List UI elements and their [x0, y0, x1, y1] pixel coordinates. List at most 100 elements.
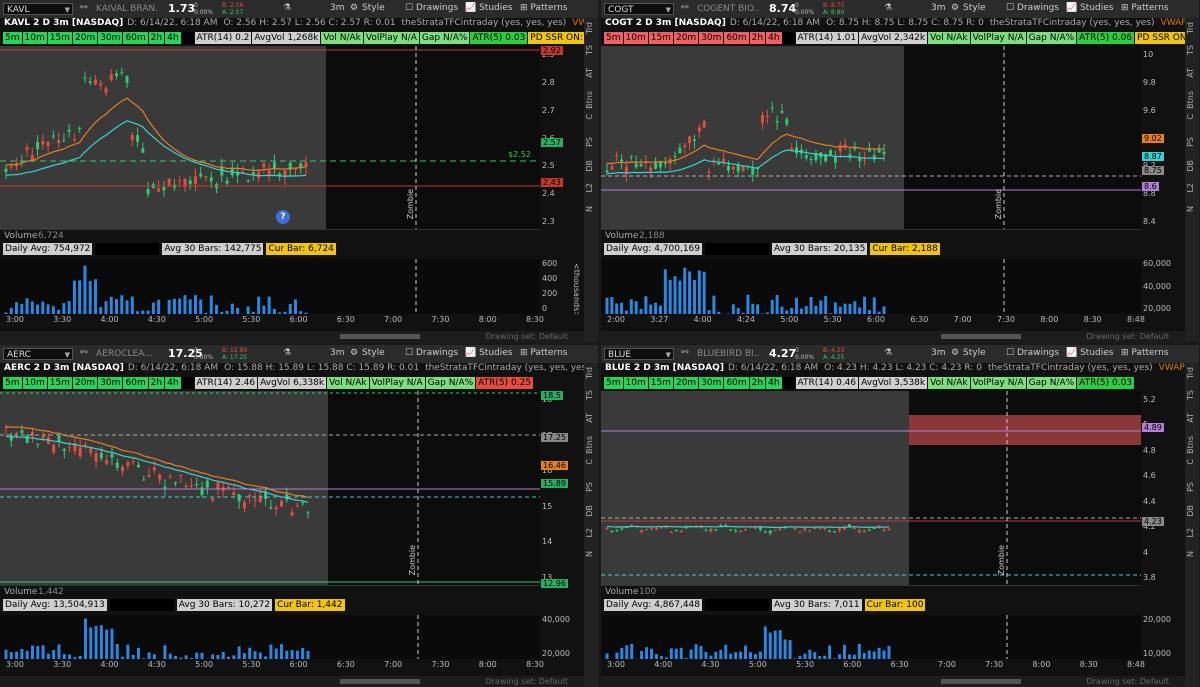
side-tab-n[interactable]: N	[1186, 551, 1198, 557]
style-button[interactable]: Style	[963, 3, 986, 13]
symbol-input[interactable]: KAVL ▼	[3, 3, 73, 15]
side-tab-c[interactable]: C	[1186, 114, 1198, 120]
timeframe-chip-20m[interactable]: 20m	[72, 32, 98, 44]
studies-button[interactable]: 📈 Studies	[1066, 3, 1113, 13]
price-plot[interactable]: Zombie $2.52?	[0, 46, 540, 229]
side-tab-at[interactable]: AT	[1186, 68, 1198, 78]
timeframe-button[interactable]: 3m	[330, 348, 345, 358]
side-tab-btns[interactable]: Btns	[585, 436, 597, 454]
symbol-input[interactable]: COGT ▼	[604, 3, 674, 15]
timeframe-chip-5m[interactable]: 5m	[604, 32, 623, 44]
chevron-down-icon[interactable]: ▼	[65, 4, 70, 16]
scroll-thumb[interactable]	[941, 334, 1021, 339]
side-tab-db[interactable]: DB	[585, 160, 597, 172]
symbol-input[interactable]: BLUE ▼	[604, 348, 674, 360]
side-tab-btns[interactable]: Btns	[1186, 436, 1198, 454]
link-icon[interactable]: ⚯	[681, 348, 689, 358]
timeframe-chip-60m[interactable]: 60m	[123, 32, 148, 44]
side-tab-at[interactable]: AT	[585, 68, 597, 78]
timeframe-chip-5m[interactable]: 5m	[3, 32, 22, 44]
help-icon[interactable]: ?	[276, 210, 290, 224]
side-tab-l2[interactable]: L2	[585, 183, 597, 193]
side-tab-ps[interactable]: PS	[585, 482, 597, 492]
studies-button[interactable]: 📈 Studies	[465, 3, 512, 13]
drawings-button[interactable]: ☐ Drawings	[1006, 348, 1059, 358]
patterns-button[interactable]: ⊞ Patterns	[520, 3, 567, 13]
link-icon[interactable]: ⚯	[681, 3, 689, 13]
side-tab-trd[interactable]: Trd	[585, 367, 597, 379]
patterns-button[interactable]: ⊞ Patterns	[1121, 348, 1168, 358]
horizontal-scrollbar[interactable]: Drawing set: Default	[601, 331, 1185, 342]
timeframe-chip-4h[interactable]: 4h	[766, 32, 782, 44]
timeframe-chip-2h[interactable]: 2h	[148, 32, 165, 44]
timeframe-chip-20m[interactable]: 20m	[72, 377, 98, 389]
symbol-input[interactable]: AERC ▼	[3, 348, 73, 360]
studies-button[interactable]: 📈 Studies	[465, 348, 512, 358]
side-tab-c[interactable]: C	[585, 459, 597, 465]
timeframe-chip-15m[interactable]: 15m	[47, 32, 72, 44]
side-tab-ps[interactable]: PS	[1186, 137, 1198, 147]
flask-icon[interactable]: ⚗	[283, 3, 291, 13]
side-tab-n[interactable]: N	[585, 551, 597, 557]
drawings-button[interactable]: ☐ Drawings	[405, 348, 458, 358]
side-tab-ts[interactable]: TS	[585, 390, 597, 400]
timeframe-chip-2h[interactable]: 2h	[148, 377, 165, 389]
style-button[interactable]: Style	[362, 348, 385, 358]
timeframe-chip-5m[interactable]: 5m	[604, 377, 623, 389]
side-tab-l2[interactable]: L2	[1186, 183, 1198, 193]
chevron-down-icon[interactable]: ▼	[65, 349, 70, 361]
side-tab-btns[interactable]: Btns	[585, 91, 597, 109]
gear-icon[interactable]: ⚙	[951, 3, 959, 13]
side-tab-l2[interactable]: L2	[585, 528, 597, 538]
studies-button[interactable]: 📈 Studies	[1066, 348, 1113, 358]
timeframe-chip-20m[interactable]: 20m	[673, 32, 699, 44]
side-tab-btns[interactable]: Btns	[1186, 91, 1198, 109]
timeframe-chip-60m[interactable]: 60m	[724, 377, 749, 389]
side-tab-n[interactable]: N	[1186, 206, 1198, 212]
timeframe-chip-60m[interactable]: 60m	[123, 377, 148, 389]
link-icon[interactable]: ⚯	[80, 348, 88, 358]
side-tab-ps[interactable]: PS	[585, 137, 597, 147]
side-tab-ts[interactable]: TS	[585, 45, 597, 55]
timeframe-chip-30m[interactable]: 30m	[699, 377, 724, 389]
patterns-button[interactable]: ⊞ Patterns	[1121, 3, 1168, 13]
gear-icon[interactable]: ⚙	[350, 3, 358, 13]
timeframe-chip-2h[interactable]: 2h	[749, 377, 766, 389]
scroll-thumb[interactable]	[340, 679, 420, 684]
side-tab-trd[interactable]: Trd	[1186, 367, 1198, 379]
gear-icon[interactable]: ⚙	[951, 348, 959, 358]
timeframe-chip-4h[interactable]: 4h	[165, 32, 181, 44]
timeframe-chip-2h[interactable]: 2h	[749, 32, 766, 44]
price-plot[interactable]: Zombie	[601, 391, 1141, 585]
side-tab-db[interactable]: DB	[585, 505, 597, 517]
flask-icon[interactable]: ⚗	[884, 3, 892, 13]
side-tab-c[interactable]: C	[585, 114, 597, 120]
timeframe-button[interactable]: 3m	[931, 348, 946, 358]
timeframe-chip-10m[interactable]: 10m	[22, 32, 47, 44]
side-tab-ts[interactable]: TS	[1186, 390, 1198, 400]
side-tab-ts[interactable]: TS	[1186, 45, 1198, 55]
timeframe-chip-30m[interactable]: 30m	[98, 377, 123, 389]
timeframe-chip-15m[interactable]: 15m	[47, 377, 72, 389]
horizontal-scrollbar[interactable]: Drawing set: Default	[601, 676, 1185, 687]
side-tab-at[interactable]: AT	[1186, 413, 1198, 423]
timeframe-button[interactable]: 3m	[330, 3, 345, 13]
side-tab-db[interactable]: DB	[1186, 160, 1198, 172]
side-tab-n[interactable]: N	[585, 206, 597, 212]
price-plot[interactable]: Zombie	[601, 46, 1141, 229]
horizontal-scrollbar[interactable]: Drawing set: Default	[0, 331, 584, 342]
scroll-thumb[interactable]	[340, 334, 420, 339]
side-tab-l2[interactable]: L2	[1186, 528, 1198, 538]
flask-icon[interactable]: ⚗	[884, 348, 892, 358]
timeframe-chip-10m[interactable]: 10m	[623, 377, 648, 389]
timeframe-chip-20m[interactable]: 20m	[673, 377, 699, 389]
style-button[interactable]: Style	[963, 348, 986, 358]
side-tab-ps[interactable]: PS	[1186, 482, 1198, 492]
style-button[interactable]: Style	[362, 3, 385, 13]
side-tab-trd[interactable]: Trd	[585, 22, 597, 34]
timeframe-chip-30m[interactable]: 30m	[98, 32, 123, 44]
timeframe-button[interactable]: 3m	[931, 3, 946, 13]
side-tab-at[interactable]: AT	[585, 413, 597, 423]
link-icon[interactable]: ⚯	[80, 3, 88, 13]
timeframe-chip-5m[interactable]: 5m	[3, 377, 22, 389]
